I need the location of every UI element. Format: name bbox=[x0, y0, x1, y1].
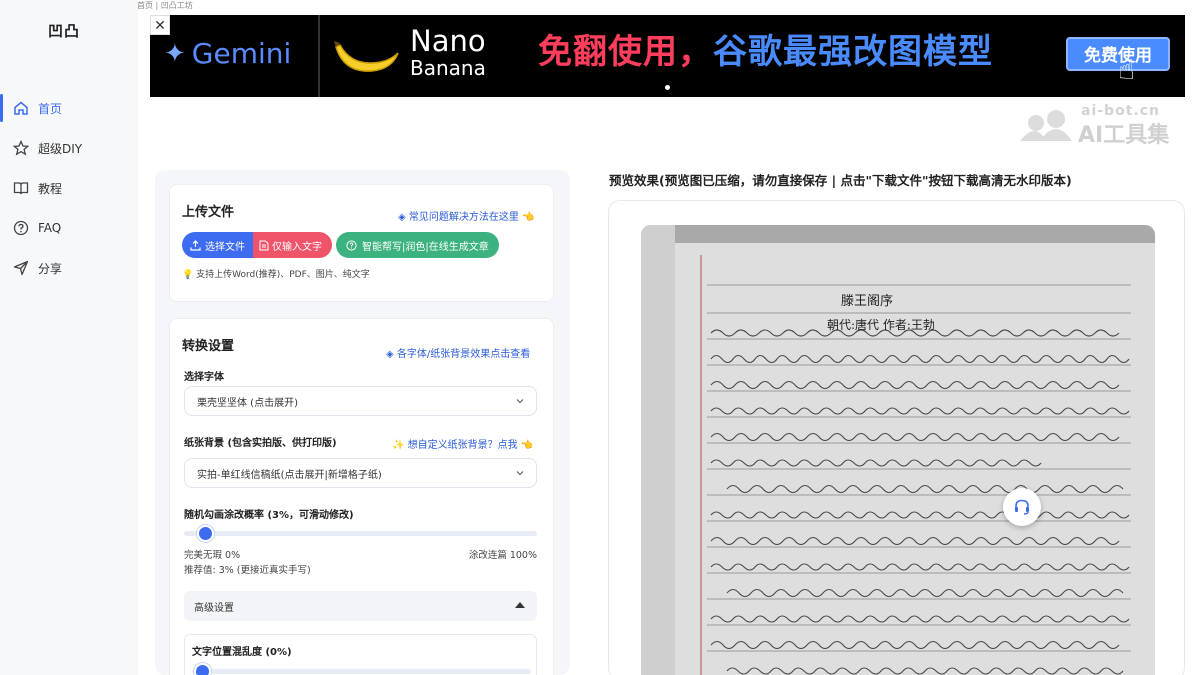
preview-box: 滕王阁序 朝代:唐代 作者:王勃 bbox=[608, 200, 1185, 675]
slogan-red: 免翻使用， bbox=[538, 32, 713, 72]
customer-service-button[interactable] bbox=[1003, 488, 1041, 526]
settings-panel: 上传文件 ◈ 常见问题解决方法在这里 👈 选择文件 仅输入文字 智能帮写|润色|… bbox=[155, 170, 570, 675]
help-circle-icon bbox=[346, 239, 357, 251]
position-chaos-slider-knob[interactable] bbox=[194, 663, 211, 675]
position-chaos-label: 文字位置混乱度 (0%) bbox=[192, 647, 292, 658]
watermark-icon bbox=[1020, 110, 1072, 141]
carousel-dot[interactable] bbox=[665, 85, 670, 90]
sidebar: 凹凸 首页 超级DIY 教程 FAQ 分享 bbox=[0, 0, 138, 675]
handwriting-preview-image: 滕王阁序 朝代:唐代 作者:王勃 bbox=[641, 225, 1155, 675]
ad-banner[interactable]: ✕ ✦ Gemini Nano Banana 免翻使用，谷歌最强改图模型 免费使… bbox=[150, 15, 1185, 97]
upload-button-group: 选择文件 仅输入文字 bbox=[182, 232, 332, 258]
font-label: 选择字体 bbox=[184, 372, 224, 383]
banana-text: Banana bbox=[410, 56, 486, 80]
chevron-down-icon bbox=[516, 399, 524, 404]
sidebar-item-super-diy[interactable]: 超级DIY bbox=[0, 128, 138, 168]
gemini-brand-text: Gemini bbox=[191, 37, 292, 70]
site-logo[interactable]: 凹凸 bbox=[48, 20, 80, 41]
settings-title: 转换设置 bbox=[182, 339, 235, 354]
preview-title: 预览效果(预览图已压缩，请勿直接保存 | 点击"下载文件"按钮下载高清无水印版本… bbox=[609, 173, 1072, 188]
share-icon bbox=[12, 259, 30, 277]
sidebar-item-label: FAQ bbox=[38, 221, 62, 235]
pill-icon: ◈ bbox=[386, 349, 394, 360]
sidebar-item-label: 教程 bbox=[38, 181, 63, 196]
pointing-hand-icon: 👈 bbox=[520, 440, 534, 451]
faq-link[interactable]: ◈ 常见问题解决方法在这里 👈 bbox=[398, 208, 535, 223]
text-only-label: 仅输入文字 bbox=[272, 241, 322, 253]
paper-select-value: 实拍-单红线信稿纸(点击展开|新增格子纸) bbox=[197, 469, 382, 481]
sidebar-item-faq[interactable]: FAQ bbox=[0, 208, 138, 248]
font-preview-link-text: 各字体/纸张背景效果点击查看 bbox=[396, 349, 531, 360]
upload-icon bbox=[190, 239, 201, 251]
slogan-blue: 谷歌最强改图模型 bbox=[713, 32, 993, 72]
doc-author: 朝代:唐代 作者:王勃 bbox=[827, 317, 935, 332]
nano-text: Nano bbox=[410, 24, 486, 58]
paper-select[interactable]: 实拍-单红线信稿纸(点击展开|新增格子纸) bbox=[184, 458, 537, 488]
watermark-logo: ai-bot.cn AI工具集 bbox=[1018, 103, 1183, 148]
probability-slider-knob[interactable] bbox=[196, 525, 214, 542]
font-select[interactable]: 栗壳坚坚体 (点击展开) bbox=[184, 386, 537, 416]
document-icon bbox=[259, 240, 269, 250]
upload-hint-text: 支持上传Word(推荐)、PDF、图片、纯文字 bbox=[196, 270, 370, 280]
gemini-logo: ✦ Gemini bbox=[164, 37, 291, 70]
banner-divider bbox=[318, 15, 320, 97]
breadcrumb: 首页 | 凹凸工坊 bbox=[137, 1, 193, 10]
sidebar-item-tutorial[interactable]: 教程 bbox=[0, 168, 138, 208]
paper-label: 纸张背景 (包含实拍版、供打印版) bbox=[184, 438, 337, 449]
close-banner-button[interactable]: ✕ bbox=[150, 15, 170, 35]
book-icon bbox=[12, 179, 30, 197]
home-icon bbox=[12, 99, 30, 117]
star-icon bbox=[12, 139, 30, 157]
conversion-settings-card: 转换设置 ◈ 各字体/纸张背景效果点击查看 选择字体 栗壳坚坚体 (点击展开) … bbox=[169, 318, 554, 675]
choose-file-label: 选择文件 bbox=[205, 241, 245, 253]
advanced-settings-toggle[interactable]: 高级设置 bbox=[184, 591, 537, 621]
faq-link-text: 常见问题解决方法在这里 bbox=[408, 212, 519, 223]
sidebar-item-share[interactable]: 分享 bbox=[0, 248, 138, 288]
font-select-value: 栗壳坚坚体 (点击展开) bbox=[197, 397, 298, 409]
custom-paper-link[interactable]: ✨ 想自定义纸张背景？点我 👈 bbox=[392, 436, 533, 451]
pill-icon: ◈ bbox=[398, 212, 406, 223]
upload-title: 上传文件 bbox=[182, 205, 235, 220]
watermark-brand: AI工具集 bbox=[1078, 123, 1170, 148]
font-preview-link[interactable]: ◈ 各字体/纸张背景效果点击查看 bbox=[386, 345, 530, 360]
text-only-button[interactable]: 仅输入文字 bbox=[253, 232, 332, 258]
nano-banana-logo: Nano Banana bbox=[410, 24, 486, 80]
banana-icon bbox=[334, 41, 399, 72]
probability-min-label: 完美无瑕 0% bbox=[184, 550, 241, 561]
probability-label: 随机勾画涂改概率 (3%，可滑动修改) bbox=[184, 510, 354, 521]
sidebar-item-label: 首页 bbox=[38, 101, 63, 116]
close-icon: ✕ bbox=[154, 18, 166, 34]
ai-write-label: 智能帮写|润色|在线生成文章 bbox=[362, 241, 489, 253]
banner-slogan: 免翻使用，谷歌最强改图模型 bbox=[538, 35, 993, 69]
position-chaos-card: 文字位置混乱度 (0%) bbox=[184, 634, 537, 675]
caret-up-icon bbox=[515, 602, 525, 608]
headset-icon bbox=[1015, 499, 1029, 515]
doc-title: 滕王阁序 bbox=[841, 294, 893, 309]
choose-file-button[interactable]: 选择文件 bbox=[182, 232, 253, 258]
upload-hint: 💡 支持上传Word(推荐)、PDF、图片、纯文字 bbox=[182, 267, 370, 280]
question-icon bbox=[12, 219, 30, 237]
ai-write-button[interactable]: 智能帮写|润色|在线生成文章 bbox=[336, 232, 499, 258]
probability-recommendation: 推荐值: 3% (更接近真实手写) bbox=[184, 565, 311, 576]
sparkle-icon: ✨ bbox=[392, 440, 405, 451]
sidebar-nav: 首页 超级DIY 教程 FAQ 分享 bbox=[0, 88, 138, 288]
probability-slider[interactable] bbox=[184, 525, 537, 542]
probability-max-label: 涂改连篇 100% bbox=[468, 550, 537, 561]
custom-paper-link-text: 想自定义纸张背景？点我 bbox=[407, 440, 518, 451]
pointing-hand-icon: 👈 bbox=[522, 212, 535, 223]
upload-card: 上传文件 ◈ 常见问题解决方法在这里 👈 选择文件 仅输入文字 智能帮写|润色|… bbox=[169, 184, 554, 302]
sidebar-item-label: 超级DIY bbox=[38, 141, 83, 156]
sidebar-item-home[interactable]: 首页 bbox=[0, 88, 138, 128]
position-chaos-slider[interactable] bbox=[192, 663, 531, 675]
paper-preview: 滕王阁序 朝代:唐代 作者:王勃 bbox=[641, 225, 1155, 675]
page: 凹凸 首页 超级DIY 教程 FAQ 分享 首页 | 凹凸工坊 ✕ ✦ Gemi… bbox=[0, 0, 1200, 675]
pointer-hand-icon: ☝ bbox=[1118, 53, 1136, 86]
sidebar-item-label: 分享 bbox=[38, 261, 63, 276]
chevron-down-icon bbox=[516, 471, 524, 476]
lightbulb-icon: 💡 bbox=[182, 270, 194, 280]
advanced-settings-label: 高级设置 bbox=[194, 602, 234, 614]
logo-text: 凹凸 bbox=[48, 22, 81, 40]
gemini-star-icon: ✦ bbox=[164, 38, 186, 69]
